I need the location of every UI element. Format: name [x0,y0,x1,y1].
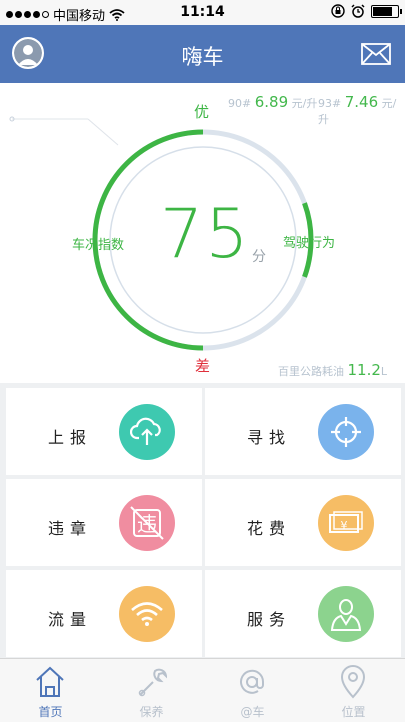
crosshair-icon [318,404,374,460]
wifi-icon [119,586,175,642]
tab-bar: 首页 保养 @车 位置 [0,658,405,722]
tab-at-car[interactable]: @车 [202,659,303,722]
tile-report[interactable]: 上报 [6,388,202,475]
dashboard-gauge-panel: 90# 6.89 元/升 93# 7.46 元/升 优 车况指数 驾驶行为 75… [0,83,405,383]
rotation-lock-icon [331,4,345,18]
service-person-icon [318,586,374,642]
violation-icon: 违 [119,495,175,551]
svg-text:¥: ¥ [341,519,348,532]
alarm-icon [351,4,365,18]
tile-label: 寻找 [247,428,292,447]
consumption-value: 11.2 [347,361,381,379]
tab-label: 位置 [341,705,366,719]
consumption-unit: L [380,365,388,378]
status-bar: 中国移动 11:14 [0,0,405,25]
battery-icon [371,4,402,18]
feature-grid: 上报 寻找 违章 违 花费 [0,383,405,658]
tile-label: 服务 [247,610,292,629]
gauge-top-label: 优 [194,103,210,121]
tile-label: 违章 [48,519,93,538]
tile-label: 上报 [48,428,93,447]
score-value: 75 [160,195,251,274]
wrench-icon [138,668,167,697]
gauge-left-label[interactable]: 车况指数 [72,234,124,253]
tab-home[interactable]: 首页 [0,659,101,722]
page-title: 嗨车 [181,45,224,69]
gauge-decor-line-diagonal [87,118,119,146]
tile-service[interactable]: 服务 [205,570,401,657]
mail-icon[interactable] [361,43,391,65]
tab-label: 首页 [38,705,63,719]
tab-location[interactable]: 位置 [303,659,404,722]
score-unit: 分 [252,249,266,265]
home-icon [36,666,64,697]
tile-expense[interactable]: 花费 ¥ [205,479,401,566]
tile-label: 流量 [48,610,93,629]
tile-label: 花费 [247,519,292,538]
tile-data-usage[interactable]: 流量 [6,570,202,657]
status-right-icons [331,4,402,18]
tab-maintenance[interactable]: 保养 [101,659,202,722]
gauge-right-label[interactable]: 驾驶行为 [283,232,335,251]
tab-label: 保养 [139,705,164,719]
consumption-label: 百里公路耗油 [278,365,344,378]
tab-label: @车 [240,705,265,719]
at-icon [240,669,265,694]
gauge-bottom-label: 差 [195,357,211,375]
tile-violation[interactable]: 违章 违 [6,479,202,566]
location-pin-icon [340,665,366,699]
cloud-upload-icon [119,404,175,460]
nav-bar: 嗨车 [0,25,405,83]
money-icon: ¥ [318,495,374,551]
fuel-consumption: 百里公路耗油 11.2L [278,361,387,379]
tile-find[interactable]: 寻找 [205,388,401,475]
